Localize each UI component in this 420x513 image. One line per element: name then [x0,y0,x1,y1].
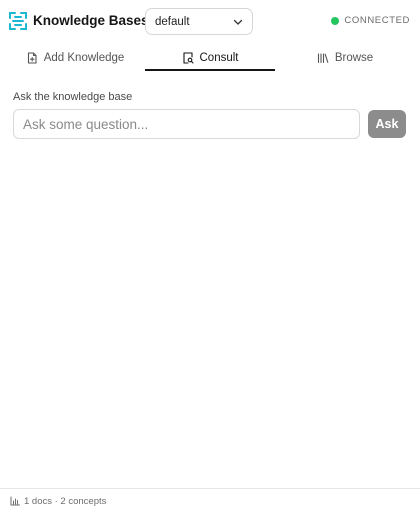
status-dot [331,16,340,25]
knowledge-base-logo-icon [9,12,27,30]
ask-button[interactable]: Ask [368,110,406,138]
tab-bar: Add Knowledge Consult Browse [0,44,420,72]
tab-browse[interactable]: Browse [280,44,410,72]
question-input[interactable] [13,109,360,139]
file-plus-icon [27,52,37,64]
status-label: CONNECTED [344,15,410,26]
active-tab-indicator [145,69,275,71]
app-root: Knowledge Bases default CONNECTED Add Kn… [0,0,420,513]
connection-status: CONNECTED [331,15,410,26]
question-field-label: Ask the knowledge base [13,91,133,103]
search-document-icon [182,52,194,64]
tab-consult[interactable]: Consult [145,44,275,72]
footer-stats-text: 1 docs · 2 concepts [24,495,107,507]
knowledge-base-select[interactable]: default [145,8,253,35]
app-title: Knowledge Bases [33,13,149,28]
tab-add-knowledge-label: Add Knowledge [43,52,125,64]
library-icon [317,53,329,64]
tab-consult-label: Consult [199,52,239,64]
tab-add-knowledge[interactable]: Add Knowledge [10,44,140,72]
bar-chart-icon [10,496,20,506]
header: Knowledge Bases default CONNECTED [0,0,420,44]
footer-stats: 1 docs · 2 concepts [0,488,420,513]
chevron-down-icon [233,19,243,25]
tab-browse-label: Browse [334,52,374,64]
knowledge-base-select-value: default [155,15,190,28]
